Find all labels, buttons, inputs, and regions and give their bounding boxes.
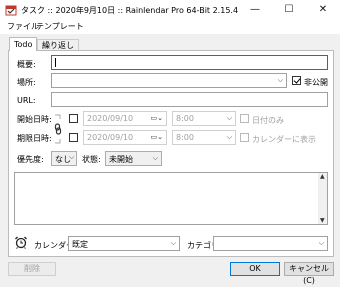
location-label: 場所: <box>17 78 36 87</box>
show-in-calendar-checkbox[interactable] <box>240 133 249 142</box>
start-time-combobox[interactable]: 8:00 ⌵ <box>172 111 236 126</box>
calendar-select[interactable]: 既定 ⌵ <box>68 236 180 251</box>
due-time-value: 8:00 <box>176 133 194 142</box>
calendar-dropdown-icon[interactable]: ▭⌄ <box>151 133 163 141</box>
scroll-down-icon[interactable]: ▼ <box>320 217 325 224</box>
maximize-button[interactable]: ☐ <box>272 0 306 20</box>
start-date-picker[interactable]: 2020/09/10 ▭⌄ <box>83 111 167 126</box>
all-day-label: 日付のみ <box>252 116 284 125</box>
url-input[interactable] <box>51 92 328 107</box>
start-label: 開始日時: <box>17 115 52 124</box>
minimize-button[interactable]: — <box>238 0 272 20</box>
ok-button[interactable]: OK <box>230 262 280 276</box>
scroll-up-icon[interactable]: ▲ <box>320 173 325 180</box>
due-enable-checkbox[interactable] <box>69 133 78 142</box>
menu-file[interactable]: ファイル <box>7 21 39 32</box>
text-cursor <box>55 58 56 67</box>
due-time-combobox[interactable]: 8:00 ⌵ <box>172 130 236 145</box>
window-title: タスク :: 2020年9月10日 :: Rainlendar Pro 64-B… <box>21 6 239 15</box>
all-day-checkbox[interactable] <box>240 114 249 123</box>
summary-input[interactable] <box>51 55 328 70</box>
due-date-value: 2020/09/10 <box>87 133 134 142</box>
category-combobox[interactable]: ⌵ <box>213 236 328 251</box>
start-date-value: 2020/09/10 <box>87 114 134 123</box>
notes-scrollbar[interactable]: ▲ ▼ <box>318 173 327 224</box>
calendar-value: 既定 <box>72 240 88 249</box>
private-label: 非公開 <box>304 78 328 87</box>
chevron-down-icon[interactable]: ⌵ <box>319 239 324 248</box>
alarm-clock-icon[interactable] <box>14 236 28 249</box>
chain-link-icon[interactable] <box>54 114 62 144</box>
close-button[interactable]: ✕ <box>306 0 340 20</box>
chevron-down-icon[interactable]: ⌵ <box>153 154 158 163</box>
show-in-calendar-label: カレンダーに表示 <box>252 135 316 144</box>
chevron-down-icon[interactable]: ⌵ <box>278 76 283 85</box>
url-label: URL: <box>17 96 36 105</box>
due-label: 期限日時: <box>17 134 52 143</box>
status-value: 未開始 <box>109 155 133 164</box>
delete-button[interactable]: 削除 <box>8 262 56 276</box>
start-enable-checkbox[interactable] <box>69 114 78 123</box>
tab-todo[interactable]: Todo <box>9 37 38 51</box>
chevron-down-icon[interactable]: ⌵ <box>171 239 176 248</box>
calendar-dropdown-icon[interactable]: ▭⌄ <box>151 114 163 122</box>
chevron-down-icon[interactable]: ⌵ <box>227 114 232 123</box>
summary-label: 概要: <box>17 60 36 69</box>
notes-textarea[interactable]: ▲ ▼ <box>14 172 328 225</box>
rainlendar-icon <box>5 4 17 16</box>
chevron-down-icon[interactable]: ⌵ <box>227 133 232 142</box>
status-label: 状態: <box>82 155 101 164</box>
private-checkbox[interactable] <box>292 76 301 85</box>
chevron-down-icon[interactable]: ⌵ <box>69 153 74 162</box>
menu-template[interactable]: テンプレート <box>36 21 84 32</box>
location-combobox[interactable]: ⌵ <box>51 73 287 88</box>
start-time-value: 8:00 <box>176 114 194 123</box>
status-select[interactable]: 未開始 ⌵ <box>105 151 162 166</box>
due-date-picker[interactable]: 2020/09/10 ▭⌄ <box>83 130 167 145</box>
priority-label: 優先度: <box>17 155 44 164</box>
cancel-button[interactable]: キャンセル(C) <box>284 262 334 285</box>
